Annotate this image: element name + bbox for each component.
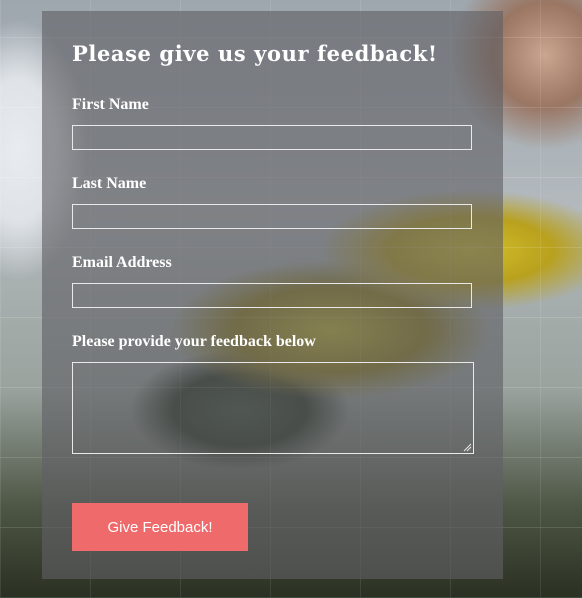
first-name-input[interactable] — [72, 125, 472, 150]
email-label: Email Address — [72, 254, 172, 271]
last-name-input[interactable] — [72, 204, 472, 229]
resize-grip-icon[interactable] — [463, 443, 472, 452]
feedback-form: Please give us your feedback! First Name… — [42, 11, 503, 579]
last-name-label: Last Name — [72, 175, 147, 192]
give-feedback-button[interactable]: Give Feedback! — [72, 503, 248, 551]
form-title: Please give us your feedback! — [72, 41, 438, 66]
first-name-label: First Name — [72, 96, 149, 113]
email-input[interactable] — [72, 283, 472, 308]
feedback-label: Please provide your feedback below — [72, 333, 316, 350]
feedback-textarea[interactable] — [72, 362, 474, 454]
